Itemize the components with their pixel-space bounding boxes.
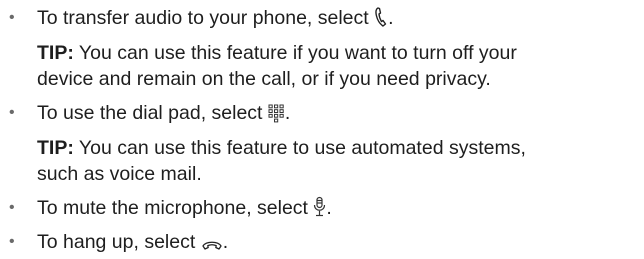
bullet: •	[9, 104, 15, 121]
item-text: To hang up, select .	[37, 229, 228, 259]
item-text: To mute the microphone, select .	[37, 195, 332, 225]
item-label: To mute the microphone, select	[37, 197, 308, 219]
item-period: .	[222, 231, 229, 253]
item-period: .	[326, 197, 332, 219]
handset-icon	[374, 6, 388, 35]
item-label: To transfer audio to your phone, select	[37, 7, 369, 29]
tip-label: TIP:	[37, 137, 74, 159]
tip-line: device and remain on the call, or if you…	[37, 68, 491, 90]
microphone-icon	[313, 196, 326, 225]
item-period: .	[388, 7, 394, 29]
item-text: To transfer audio to your phone, select …	[37, 5, 394, 35]
item-label: To hang up, select	[37, 231, 196, 253]
tip-dial-pad: TIP: You can use this feature to use aut…	[37, 135, 641, 187]
item-text: To use the dial pad, select .	[37, 100, 290, 130]
tip-line: such as voice mail.	[37, 163, 202, 185]
tip-text: You can use this feature to use automate…	[78, 137, 526, 159]
item-label: To use the dial pad, select	[37, 102, 263, 124]
dial-pad-icon	[268, 103, 285, 130]
tip-transfer-audio: TIP: You can use this feature if you wan…	[37, 40, 641, 92]
hang-up-icon	[201, 233, 223, 259]
bullet: •	[9, 199, 15, 216]
bullet: •	[9, 9, 15, 26]
tip-label: TIP:	[37, 42, 74, 64]
bullet: •	[9, 233, 15, 250]
item-period: .	[284, 102, 291, 124]
instruction-list: • To transfer audio to your phone, selec…	[0, 0, 644, 258]
tip-line: TIP: You can use this feature to use aut…	[37, 135, 641, 161]
tip-line: TIP: You can use this feature if you wan…	[37, 40, 641, 66]
tip-text: You can use this feature if you want to …	[78, 42, 517, 64]
